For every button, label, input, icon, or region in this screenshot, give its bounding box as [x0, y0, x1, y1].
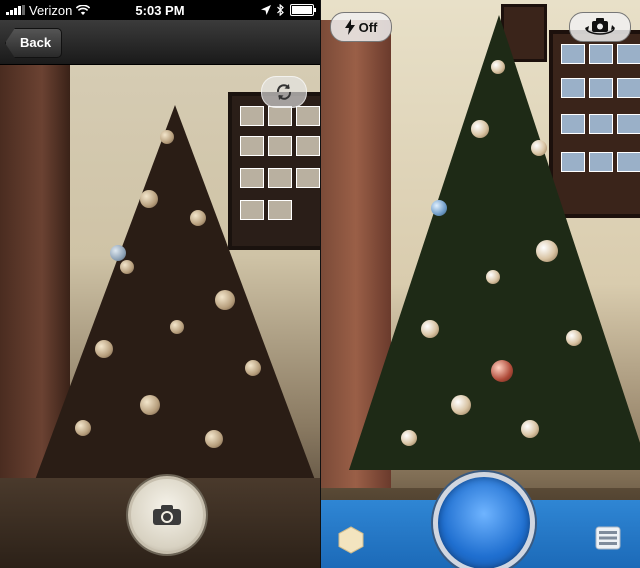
menu-icon: [595, 526, 621, 550]
camera-icon: [152, 504, 182, 526]
camera-flip-button[interactable]: [261, 76, 307, 108]
battery-icon: [290, 4, 316, 16]
shutter-button[interactable]: [128, 476, 206, 554]
flash-label: Off: [358, 19, 378, 35]
status-bar: Verizon 5:03 PM: [0, 0, 320, 20]
right-screen: Off: [321, 0, 640, 568]
carrier-name: Verizon: [29, 2, 73, 18]
menu-button[interactable]: [595, 526, 621, 550]
location-icon: [261, 5, 271, 15]
back-button[interactable]: Back: [5, 28, 63, 58]
shutter-button[interactable]: [433, 472, 535, 568]
camera-flip-icon: [274, 82, 294, 102]
left-screen: Verizon 5:03 PM Back: [0, 0, 320, 568]
christmas-tree: [349, 15, 640, 470]
bluetooth-icon: [277, 4, 284, 16]
status-time: 5:03 PM: [135, 2, 185, 18]
hexagon-button[interactable]: [337, 526, 365, 554]
signal-strength-icon: [6, 5, 25, 15]
wifi-icon: [76, 4, 91, 16]
lightning-bolt-icon: [344, 19, 355, 35]
camera-switch-button[interactable]: [569, 12, 631, 42]
camera-rotate-icon: [582, 17, 618, 37]
flash-toggle-button[interactable]: Off: [330, 12, 392, 42]
navigation-bar: Back: [0, 20, 320, 65]
hexagon-icon: [337, 526, 365, 554]
